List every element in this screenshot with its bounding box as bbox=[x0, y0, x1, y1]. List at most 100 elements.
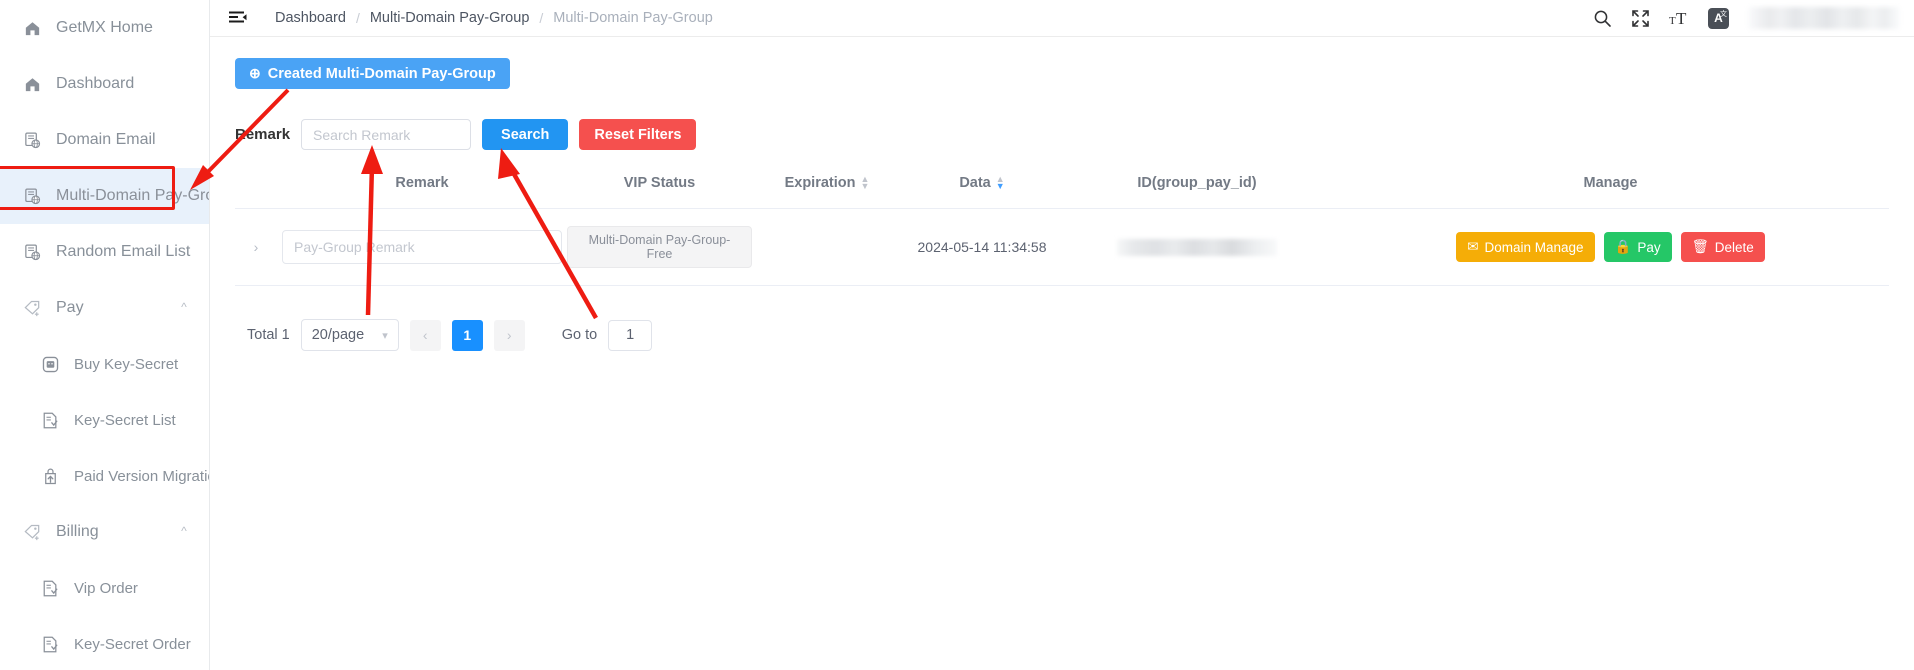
sidebar-item-label: Domain Email bbox=[56, 131, 156, 148]
row-vip-status-cell: Multi-Domain Pay-Group-Free bbox=[567, 208, 752, 286]
pagination-next-button[interactable]: › bbox=[493, 319, 525, 351]
sidebar-item-paid-version-migration[interactable]: Paid Version Migration bbox=[0, 448, 209, 504]
breadcrumb-separator: / bbox=[355, 10, 360, 26]
search-icon[interactable] bbox=[1593, 9, 1612, 28]
breadcrumb-item-1[interactable]: Multi-Domain Pay-Group bbox=[370, 10, 530, 26]
plus-circle-icon: ⊕ bbox=[249, 65, 261, 81]
row-expand-cell: › bbox=[235, 208, 277, 286]
sidebar-item-label: Vip Order bbox=[74, 579, 138, 597]
delete-button[interactable]: 🗑 Delete bbox=[1680, 232, 1765, 262]
table-col-manage: Manage bbox=[1332, 175, 1889, 209]
row-data-cell: 2024-05-14 11:34:58 bbox=[902, 208, 1062, 286]
search-button[interactable]: Search bbox=[482, 119, 569, 150]
trash-icon: 🗑 bbox=[1691, 239, 1709, 254]
row-group-pay-id-cell bbox=[1062, 208, 1332, 286]
sidebar-item-vip-order[interactable]: Vip Order bbox=[0, 560, 209, 616]
sidebar-item-label: GetMX Home bbox=[56, 19, 153, 36]
sidebar-item-key-secret-order[interactable]: Key-Secret Order bbox=[0, 616, 209, 670]
list-doc-icon bbox=[40, 410, 60, 430]
tag-icon bbox=[22, 522, 42, 542]
pagination-prev-button[interactable]: ‹ bbox=[409, 319, 441, 351]
breadcrumb-item-0[interactable]: Dashboard bbox=[275, 10, 346, 26]
domain-mail-icon bbox=[22, 242, 42, 262]
fullscreen-icon[interactable] bbox=[1631, 9, 1650, 28]
chevron-up-icon[interactable]: ^ bbox=[173, 300, 195, 315]
domain-manage-button[interactable]: ✉ Domain Manage bbox=[1456, 232, 1595, 262]
sidebar-item-label: Key-Secret List bbox=[74, 411, 176, 429]
sidebar-item-pay[interactable]: Pay ^ bbox=[0, 280, 209, 336]
table-body: › Multi-Domain Pay-Group-Free 2024-05-14… bbox=[235, 208, 1889, 286]
sidebar-item-buy-key-secret[interactable]: Buy Key-Secret bbox=[0, 336, 209, 392]
language-icon[interactable]: A 文 bbox=[1708, 7, 1729, 29]
sidebar-item-dashboard[interactable]: Dashboard bbox=[0, 56, 209, 112]
lock-icon: 🔒 bbox=[1614, 239, 1632, 254]
sort-icon-expiration[interactable]: ▲ ▼ bbox=[860, 175, 869, 191]
font-size-icon[interactable]: T T bbox=[1669, 9, 1689, 28]
chevron-down-icon: ▾ bbox=[382, 329, 388, 342]
domain-mail-icon bbox=[22, 186, 42, 206]
breadcrumb-item-2: Multi-Domain Pay-Group bbox=[553, 10, 713, 26]
reset-filters-button[interactable]: Reset Filters bbox=[579, 119, 697, 150]
search-remark-input[interactable] bbox=[301, 119, 472, 150]
svg-text:T: T bbox=[1669, 15, 1676, 27]
list-doc-icon bbox=[40, 578, 60, 598]
pagination-goto-input[interactable] bbox=[608, 319, 653, 351]
pagination-page-1[interactable]: 1 bbox=[451, 319, 483, 351]
language-sup: 文 bbox=[1720, 10, 1727, 18]
sidebar-nav-list: GetMX Home Dashboard Domain Email Multi-Dom… bbox=[0, 0, 209, 670]
table-col-data-label: Data bbox=[959, 175, 991, 191]
sidebar-item-domain-email[interactable]: Domain Email bbox=[0, 112, 209, 168]
breadcrumb-separator: / bbox=[539, 10, 544, 26]
pay-group-table: Remark VIP Status Expiration ▲ ▼ Data ▲ ▼ ID… bbox=[235, 175, 1889, 286]
sidebar-item-label: Multi-Domain Pay-Group bbox=[56, 187, 209, 204]
breadcrumb: Dashboard / Multi-Domain Pay-Group / Mul… bbox=[275, 10, 713, 26]
hamburger-collapse-icon[interactable] bbox=[228, 8, 248, 28]
sidebar-item-key-secret-list[interactable]: Key-Secret List bbox=[0, 392, 209, 448]
page-size-value: 20/page bbox=[311, 327, 365, 343]
sidebar-item-label: Key-Secret Order bbox=[74, 635, 191, 653]
row-remark-cell bbox=[277, 208, 567, 286]
mail-icon: ✉ bbox=[1467, 239, 1479, 254]
sidebar-item-label: Random Email List bbox=[56, 243, 191, 260]
list-doc-icon bbox=[40, 634, 60, 654]
delete-label: Delete bbox=[1714, 239, 1754, 255]
status-badge: Multi-Domain Pay-Group-Free bbox=[567, 226, 752, 268]
table-row: › Multi-Domain Pay-Group-Free 2024-05-14… bbox=[235, 208, 1889, 286]
domain-mail-icon bbox=[22, 130, 42, 150]
sidebar-item-label: Buy Key-Secret bbox=[74, 355, 179, 373]
pagination-goto-label: Go to bbox=[561, 327, 598, 343]
sidebar-item-billing[interactable]: Billing ^ bbox=[0, 504, 209, 560]
home-icon bbox=[22, 74, 42, 94]
row-remark-input[interactable] bbox=[282, 230, 562, 264]
table-col-expand bbox=[235, 175, 277, 209]
table-col-data[interactable]: Data ▲ ▼ bbox=[902, 175, 1062, 209]
create-pay-group-button[interactable]: ⊕ Created Multi-Domain Pay-Group bbox=[235, 58, 510, 89]
table-header: Remark VIP Status Expiration ▲ ▼ Data ▲ ▼ ID… bbox=[235, 175, 1889, 209]
remark-filter-label: Remark bbox=[235, 126, 291, 143]
sidebar-item-label: Pay bbox=[56, 299, 84, 316]
home-icon bbox=[22, 18, 42, 38]
domain-manage-label: Domain Manage bbox=[1484, 239, 1584, 255]
user-account-redacted[interactable] bbox=[1748, 7, 1900, 29]
tag-icon bbox=[22, 298, 42, 318]
pagination-total: Total 1 bbox=[247, 327, 290, 343]
row-manage-cell: ✉ Domain Manage 🔒 Pay 🗑 Delete bbox=[1332, 208, 1889, 286]
page-size-select[interactable]: 20/page ▾ bbox=[300, 319, 399, 351]
svg-text:T: T bbox=[1676, 9, 1687, 28]
table-col-group-pay-id: ID(group_pay_id) bbox=[1062, 175, 1332, 209]
table-col-expiration[interactable]: Expiration ▲ ▼ bbox=[752, 175, 902, 209]
chevron-right-icon[interactable]: › bbox=[254, 239, 259, 255]
sidebar-item-multi-domain-pay-group[interactable]: Multi-Domain Pay-Group bbox=[0, 168, 209, 224]
chevron-up-icon[interactable]: ^ bbox=[173, 524, 195, 539]
pagination: Total 1 20/page ▾ ‹ 1 › Go to bbox=[235, 319, 1889, 351]
table-col-vip-status: VIP Status bbox=[567, 175, 752, 209]
table-col-remark: Remark bbox=[277, 175, 567, 209]
sidebar-item-getmx-home[interactable]: GetMX Home bbox=[0, 0, 209, 56]
sidebar-item-label: Paid Version Migration bbox=[74, 467, 209, 485]
sort-icon-data[interactable]: ▲ ▼ bbox=[996, 175, 1005, 191]
pay-button[interactable]: 🔒 Pay bbox=[1603, 232, 1672, 262]
sidebar-item-random-email-list[interactable]: Random Email List bbox=[0, 224, 209, 280]
topbar-actions: T T A 文 bbox=[1593, 7, 1900, 29]
content-area: ⊕ Created Multi-Domain Pay-Group Remark … bbox=[210, 37, 1914, 351]
filter-bar: Remark Search Reset Filters bbox=[235, 119, 1889, 150]
